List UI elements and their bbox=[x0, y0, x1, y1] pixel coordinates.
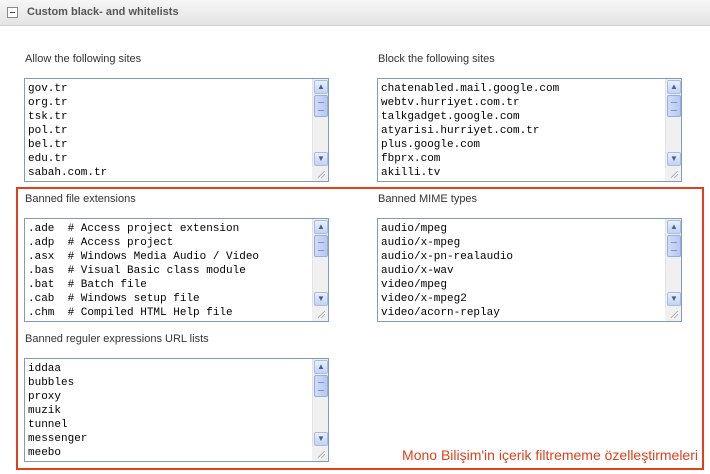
resize-grip-icon[interactable] bbox=[665, 307, 681, 321]
list-item: bubbles bbox=[28, 377, 75, 389]
list-item: video/x-mpeg2 bbox=[381, 293, 467, 305]
scroll-thumb[interactable] bbox=[314, 375, 328, 397]
extensions-label: Banned file extensions bbox=[25, 193, 136, 205]
list-item: org.tr bbox=[28, 97, 68, 109]
mime-lines: audio/mpeg audio/x-mpeg audio/x-pn-realaud… bbox=[381, 222, 663, 320]
list-item: meebo bbox=[28, 447, 62, 459]
collapse-icon[interactable] bbox=[7, 7, 18, 18]
section-header: Custom black- and whitelists bbox=[0, 0, 710, 26]
list-item: .bas # Visual Basic class module bbox=[28, 265, 246, 277]
section-title: Custom black- and whitelists bbox=[27, 6, 179, 18]
scroll-up-icon[interactable]: ▲ bbox=[314, 220, 328, 234]
list-item: .bat # Batch file bbox=[28, 279, 147, 291]
list-item: tsk.tr bbox=[28, 111, 68, 123]
allow-textarea[interactable]: gov.tr org.tr tsk.tr pol.tr bel.tr edu.tr saba… bbox=[24, 78, 329, 182]
caption-text: Mono Bilişim'in içerik filtrememe özelle… bbox=[402, 447, 698, 463]
scroll-down-icon[interactable]: ▼ bbox=[314, 292, 328, 306]
list-item: .chm # Compiled HTML Help file bbox=[28, 307, 233, 319]
allow-label: Allow the following sites bbox=[25, 53, 142, 65]
list-item: fbprx.com bbox=[381, 153, 441, 165]
list-item: sabah.com.tr bbox=[28, 167, 108, 179]
scroll-down-icon[interactable]: ▼ bbox=[667, 152, 681, 166]
list-item: bel.tr bbox=[28, 139, 68, 151]
scroll-down-icon[interactable]: ▼ bbox=[314, 432, 328, 446]
allow-lines: gov.tr org.tr tsk.tr pol.tr bel.tr edu.tr saba… bbox=[28, 82, 310, 180]
list-item: tunnel bbox=[28, 419, 68, 431]
list-item: akilli.tv bbox=[381, 167, 441, 179]
scroll-thumb[interactable] bbox=[314, 235, 328, 257]
regex-label: Banned reguler expressions URL lists bbox=[25, 333, 209, 345]
resize-grip-icon[interactable] bbox=[665, 167, 681, 181]
list-item: messenger bbox=[28, 433, 88, 445]
list-item: audio/x-mpeg bbox=[381, 237, 461, 249]
list-item: chatenabled.mail.google.com bbox=[381, 83, 560, 95]
list-item: muzik bbox=[28, 405, 62, 417]
block-lines: chatenabled.mail.google.com webtv.hurriye… bbox=[381, 82, 663, 180]
extensions-textarea[interactable]: .ade # Access project extension .adp # Ac… bbox=[24, 218, 329, 322]
scroll-up-icon[interactable]: ▲ bbox=[667, 80, 681, 94]
mime-textarea[interactable]: audio/mpeg audio/x-mpeg audio/x-pn-realaud… bbox=[377, 218, 682, 322]
list-item: .asx # Windows Media Audio / Video bbox=[28, 251, 260, 263]
list-item: audio/mpeg bbox=[381, 223, 448, 235]
list-item: audio/x-wav bbox=[381, 265, 454, 277]
scroll-up-icon[interactable]: ▲ bbox=[314, 80, 328, 94]
scroll-up-icon[interactable]: ▲ bbox=[667, 220, 681, 234]
scroll-thumb[interactable] bbox=[667, 235, 681, 257]
list-item: audio/x-pn-realaudio bbox=[381, 251, 514, 263]
scroll-down-icon[interactable]: ▼ bbox=[314, 152, 328, 166]
list-item: edu.tr bbox=[28, 153, 68, 165]
scroll-thumb[interactable] bbox=[314, 95, 328, 117]
resize-grip-icon[interactable] bbox=[312, 307, 328, 321]
block-label: Block the following sites bbox=[378, 53, 495, 65]
scroll-thumb[interactable] bbox=[667, 95, 681, 117]
resize-grip-icon[interactable] bbox=[312, 167, 328, 181]
list-item: iddaa bbox=[28, 363, 62, 375]
block-textarea[interactable]: chatenabled.mail.google.com webtv.hurriye… bbox=[377, 78, 682, 182]
block-scrollbar[interactable]: ▲ ▼ bbox=[665, 79, 681, 167]
list-item: plus.google.com bbox=[381, 139, 481, 151]
resize-grip-icon[interactable] bbox=[312, 447, 328, 461]
list-item: pol.tr bbox=[28, 125, 68, 137]
regex-scrollbar[interactable]: ▲ ▼ bbox=[312, 359, 328, 447]
list-item: .cab # Windows setup file bbox=[28, 293, 200, 305]
scroll-up-icon[interactable]: ▲ bbox=[314, 360, 328, 374]
allow-scrollbar[interactable]: ▲ ▼ bbox=[312, 79, 328, 167]
mime-label: Banned MIME types bbox=[378, 193, 478, 205]
list-item: talkgadget.google.com bbox=[381, 111, 520, 123]
list-item: atyarisi.hurriyet.com.tr bbox=[381, 125, 540, 137]
list-item: webtv.hurriyet.com.tr bbox=[381, 97, 520, 109]
scroll-down-icon[interactable]: ▼ bbox=[667, 292, 681, 306]
extensions-lines: .ade # Access project extension .adp # Ac… bbox=[28, 222, 310, 320]
list-item: gov.tr bbox=[28, 83, 68, 95]
list-item: .ade # Access project extension bbox=[28, 223, 240, 235]
regex-lines: iddaa bubbles proxy muzik tunnel messenger mee… bbox=[28, 362, 310, 460]
list-item: .adp # Access project bbox=[28, 237, 174, 249]
regex-textarea[interactable]: iddaa bubbles proxy muzik tunnel messenger mee… bbox=[24, 358, 329, 462]
list-item: video/mpeg bbox=[381, 279, 448, 291]
list-item: video/acorn-replay bbox=[381, 307, 500, 319]
mime-scrollbar[interactable]: ▲ ▼ bbox=[665, 219, 681, 307]
list-item: proxy bbox=[28, 391, 62, 403]
extensions-scrollbar[interactable]: ▲ ▼ bbox=[312, 219, 328, 307]
